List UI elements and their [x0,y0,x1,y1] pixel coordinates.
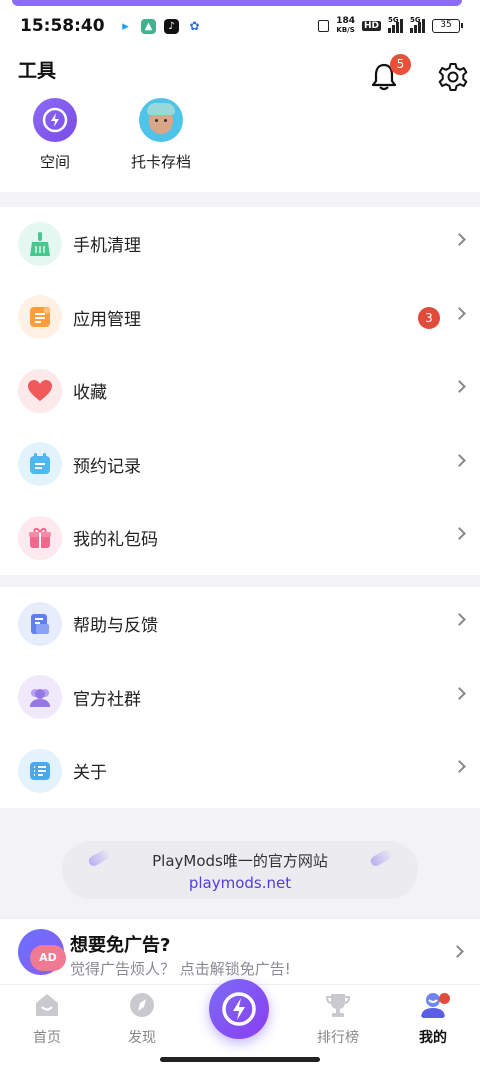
chevron-right-icon [453,760,466,773]
app-manage-icon [18,295,62,340]
baidu-app-icon: ✿ [189,19,200,33]
menu-item-about[interactable]: 关于 [0,734,480,808]
tiktok-app-icon: ♪ [164,19,179,34]
notification-dot [439,993,450,1004]
menu-label: 手机清理 [73,236,141,257]
chevron-right-icon [453,380,466,393]
top-accent-line [12,0,462,6]
signal-icon-2: 5G [410,16,425,33]
trophy-icon [325,994,351,1017]
ad-title: 想要免广告? [70,935,171,956]
remove-ads-bar[interactable]: AD 想要免广告? 觉得广告烦人？ 点击解锁免广告! [0,918,480,984]
hd-icon: HD [361,21,381,31]
tools-title: 工具 [18,60,57,82]
tool-label: 空间 [39,153,70,171]
menu-group-2: 帮助与反馈 官方社群 关于 [0,587,480,808]
community-icon [18,675,62,720]
menu-item-app-manage[interactable]: 应用管理 3 [0,281,480,355]
toca-avatar-icon [139,98,183,142]
bolt-icon [222,992,256,1026]
space-icon [33,98,77,142]
status-bar: 15:58:40 ▸ ▲ ♪ ✿ 184 KB/S HD 5G 5G 35 [0,0,480,56]
help-doc-icon [18,601,62,646]
home-indicator[interactable] [160,1057,320,1062]
nav-ranking[interactable]: 排行榜 [298,991,378,1047]
net-speed-unit: KB/S [336,26,355,34]
chevron-right-icon [453,613,466,626]
menu-label: 官方社群 [73,689,141,710]
menu-group-1: 手机清理 应用管理 3 收藏 预约记录 我的礼包码 [0,207,480,575]
ad-subtitle: 觉得广告烦人？ 点击解锁免广告! [70,960,291,978]
count-badge: 3 [418,306,440,329]
nav-mine[interactable]: 我的 [393,991,473,1047]
net-speed-value: 184 [336,16,355,26]
menu-label: 收藏 [73,383,107,404]
menu-label: 关于 [73,763,107,784]
sig2-label: 5G [410,16,421,24]
chevron-right-icon [453,233,466,246]
ad-icon-text: AD [30,945,66,971]
status-indicators: 184 KB/S HD 5G 5G 35 [318,16,463,35]
site-caption: PlayMods唯一的官方网站 [152,852,328,870]
compass-icon [130,993,154,1017]
play-app-icon: ▸ [122,19,129,34]
menu-label: 预约记录 [73,456,141,477]
menu-item-reservations[interactable]: 预约记录 [0,428,480,502]
tools-section: 工具 5 空间 托卡存档 [0,54,480,192]
menu-label: 我的礼包码 [73,530,158,551]
status-time: 15:58:40 [20,16,105,36]
chevron-right-icon [451,945,464,958]
chevron-right-icon [453,686,466,700]
notification-badge: 5 [390,54,411,75]
gear-icon[interactable] [438,62,468,92]
nav-label: 我的 [419,1030,447,1046]
tool-toca-save[interactable]: 托卡存档 [116,98,206,172]
home-icon [36,994,58,1016]
menu-item-gift-codes[interactable]: 我的礼包码 [0,501,480,575]
status-app-icons: ▸ ▲ ♪ ✿ [118,19,202,34]
nav-discover[interactable]: 发现 [102,991,182,1047]
broom-icon [18,221,62,266]
bottom-nav: 首页 发现 排行榜 我的 [0,979,480,1072]
menu-label: 帮助与反馈 [73,616,158,637]
calendar-icon [18,442,62,487]
net-speed: 184 KB/S [336,17,355,35]
menu-item-phone-clean[interactable]: 手机清理 [0,207,480,281]
site-url-link[interactable]: playmods.net [62,874,418,892]
gift-icon [18,515,62,560]
center-space-button[interactable] [209,979,269,1039]
battery-icon: 35 [432,19,463,33]
store-app-icon: ▲ [141,19,156,34]
menu-label: 应用管理 [73,309,141,330]
chevron-right-icon [453,453,466,467]
vibrate-icon [318,20,330,32]
nav-label: 发现 [128,1030,156,1046]
nav-label: 首页 [33,1030,61,1046]
menu-item-help-feedback[interactable]: 帮助与反馈 [0,587,480,661]
menu-item-community[interactable]: 官方社群 [0,661,480,735]
tool-space[interactable]: 空间 [10,98,100,172]
heart-icon [18,368,62,413]
signal-icon-1: 5G [388,16,403,33]
chevron-right-icon [453,306,466,320]
sig1-label: 5G [388,16,399,24]
nav-label: 排行榜 [317,1030,359,1046]
official-site-banner[interactable]: PlayMods唯一的官方网站 playmods.net [62,841,418,899]
bolt-icon [42,107,68,133]
tool-label: 托卡存档 [130,153,191,171]
menu-item-favorites[interactable]: 收藏 [0,354,480,428]
chevron-right-icon [453,527,466,540]
ad-pig-icon: AD [18,929,66,975]
info-list-icon [18,748,62,793]
nav-home[interactable]: 首页 [7,991,87,1047]
